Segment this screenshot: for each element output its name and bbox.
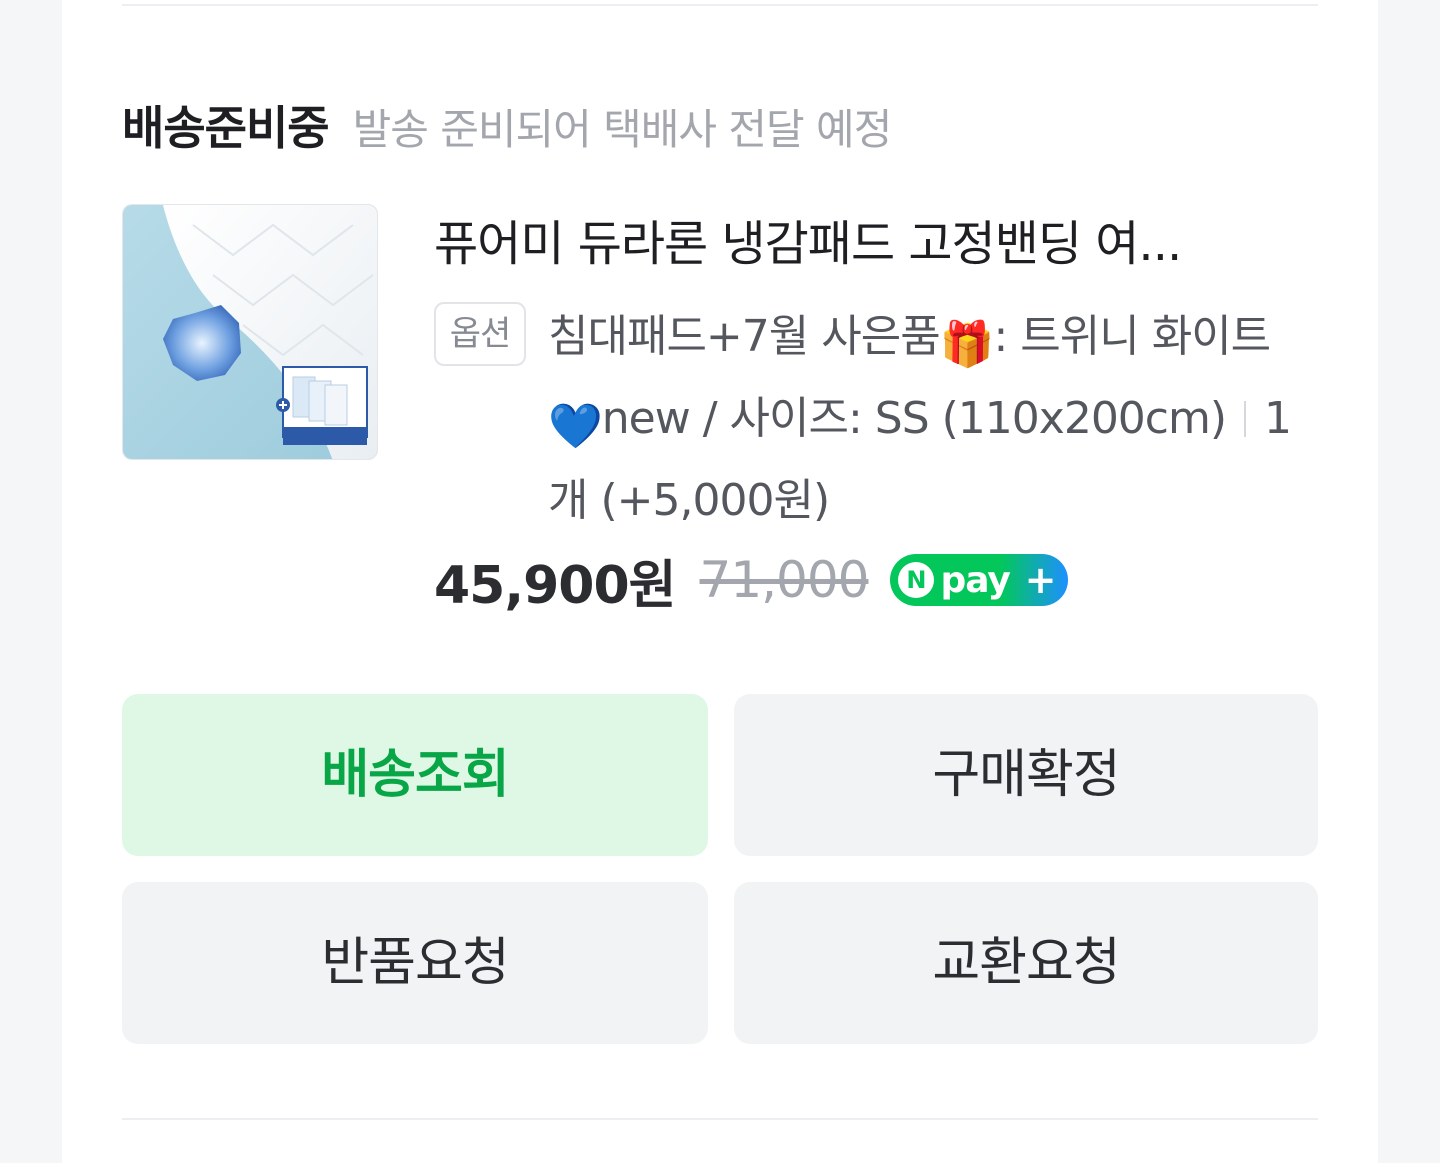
option-separator — [1244, 401, 1247, 437]
track-delivery-button[interactable]: 배송조회 — [122, 694, 708, 856]
sale-price: 45,900원 — [434, 555, 677, 616]
confirm-purchase-button[interactable]: 구매확정 — [734, 694, 1318, 856]
gift-icon: 🎁 — [939, 319, 995, 370]
npay-plus-badge: N pay + — [890, 554, 1069, 606]
request-return-button[interactable]: 반품요청 — [122, 882, 708, 1044]
delivery-status-title: 배송준비중 — [122, 101, 330, 155]
option-text-part: : 트위니 화이트 — [993, 311, 1271, 362]
original-price: 71,000 — [699, 551, 870, 609]
order-card: 배송준비중 발송 준비되어 택배사 전달 예정 퓨어미 듀라론 냉감패드 고정밴… — [62, 0, 1378, 1163]
delivery-status-description: 발송 준비되어 택배사 전달 예정 — [352, 105, 893, 154]
option-text: 침대패드+7월 사은품🎁: 트위니 화이트 💙new / 사이즈: SS (110… — [548, 300, 1308, 538]
npay-n-icon: N — [898, 562, 935, 598]
product-thumbnail[interactable] — [122, 204, 378, 460]
option-badge: 옵션 — [434, 302, 526, 366]
divider — [122, 1118, 1318, 1120]
plus-icon: + — [1024, 558, 1057, 602]
option-text-part: 침대패드+7월 사은품 — [548, 311, 941, 362]
divider — [122, 4, 1318, 6]
delivery-status-row: 배송준비중 발송 준비되어 택배사 전달 예정 — [122, 92, 893, 156]
request-exchange-button[interactable]: 교환요청 — [734, 882, 1318, 1044]
product-thumbnail-image — [123, 205, 377, 459]
npay-label: pay — [940, 559, 1010, 601]
blue-heart-icon: 💙 — [548, 401, 603, 452]
product-name[interactable]: 퓨어미 듀라론 냉감패드 고정밴딩 여... — [434, 208, 1294, 280]
price-row: 45,900원 71,000 N pay + — [434, 544, 1069, 616]
option-text-part: new / 사이즈: SS (110x200cm) — [601, 393, 1227, 444]
